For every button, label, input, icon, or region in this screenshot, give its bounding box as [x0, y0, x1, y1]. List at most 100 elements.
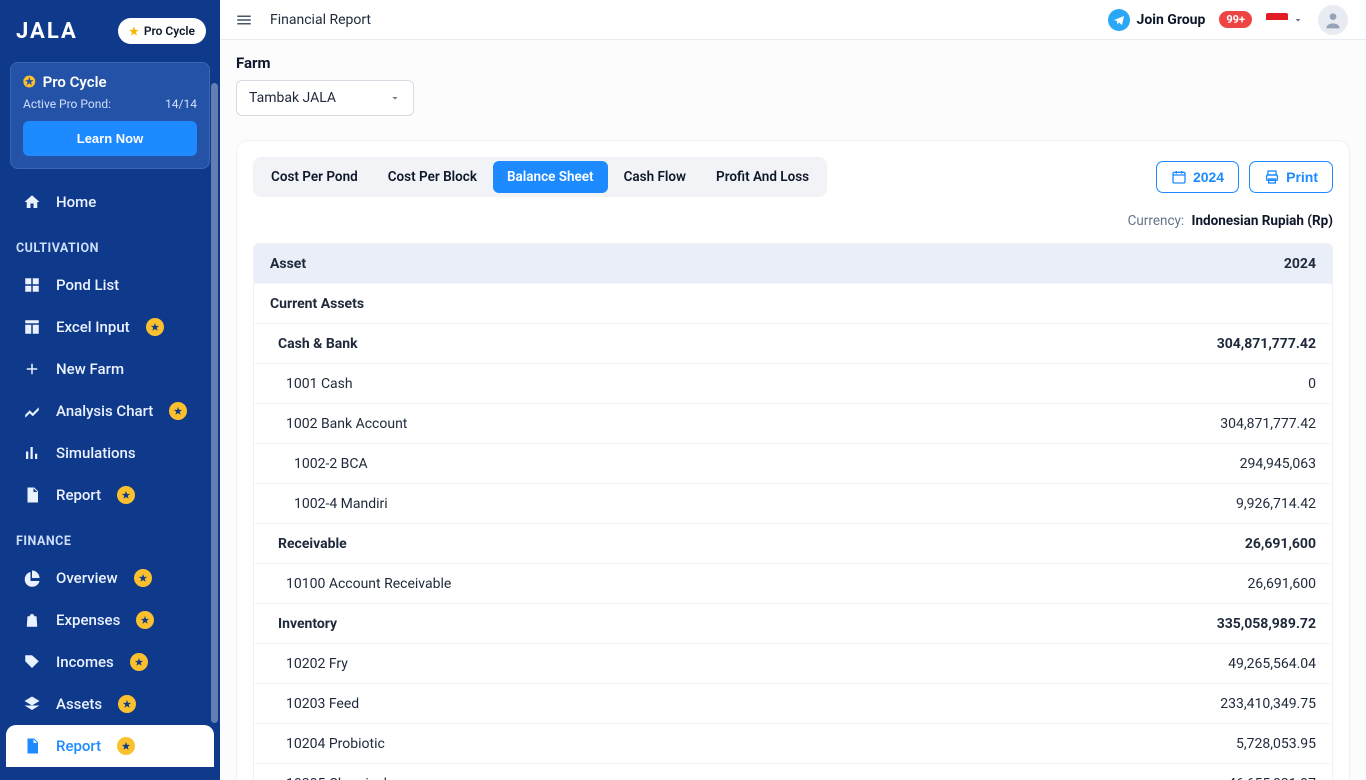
table-row: 10203 Feed233,410,349.75: [254, 684, 1332, 724]
star-icon: ✪: [23, 73, 36, 91]
bar-chart-icon: [22, 444, 42, 462]
sidebar-nav: Home CULTIVATION Pond List Excel Input: [0, 179, 220, 780]
tab-cost-per-block[interactable]: Cost Per Block: [374, 161, 491, 193]
table-icon: [22, 318, 42, 336]
row-name: 10202 Fry: [270, 656, 1228, 672]
brand-logo: JALA: [16, 19, 78, 44]
currency-row: Currency: Indonesian Rupiah (Rp): [253, 213, 1333, 229]
sidebar-item-analysis-chart[interactable]: Analysis Chart: [0, 390, 220, 432]
join-group-button[interactable]: Join Group: [1108, 9, 1206, 31]
sidebar-item-label: Excel Input: [56, 318, 130, 336]
tab-cost-per-pond[interactable]: Cost Per Pond: [257, 161, 372, 193]
row-value: 9,926,714.42: [1236, 496, 1316, 512]
language-selector[interactable]: [1266, 13, 1304, 27]
sidebar-item-new-farm[interactable]: New Farm: [0, 348, 220, 390]
row-name: Current Assets: [270, 296, 1316, 312]
sidebar-item-simulations[interactable]: Simulations: [0, 432, 220, 474]
row-value: 0: [1308, 376, 1316, 392]
sidebar-item-report-finance[interactable]: Report: [6, 725, 214, 767]
sidebar-item-label: Report: [56, 486, 101, 504]
table-row: 10204 Probiotic5,728,053.95: [254, 724, 1332, 764]
active-pond-label: Active Pro Pond:: [23, 97, 111, 111]
nav-section-cultivation: CULTIVATION: [0, 223, 220, 264]
notification-badge[interactable]: 99+: [1219, 11, 1252, 28]
avatar[interactable]: [1318, 5, 1348, 35]
table-row: 1002 Bank Account304,871,777.42: [254, 404, 1332, 444]
year-filter-button[interactable]: 2024: [1156, 161, 1239, 193]
tab-balance-sheet[interactable]: Balance Sheet: [493, 161, 608, 193]
sidebar-item-label: Report: [56, 737, 101, 755]
pro-cycle-chip[interactable]: ★ Pro Cycle: [118, 18, 206, 44]
sidebar-scrollbar-thumb[interactable]: [211, 83, 218, 723]
farm-select-value: Tambak JALA: [249, 90, 336, 106]
document-icon: [22, 486, 42, 504]
table-row: Current Assets: [254, 284, 1332, 324]
farm-select[interactable]: Tambak JALA: [236, 80, 414, 116]
row-value: 304,871,777.42: [1220, 416, 1316, 432]
sidebar-item-assets[interactable]: Assets: [0, 683, 220, 725]
row-name: 1001 Cash: [270, 376, 1308, 392]
page-title: Financial Report: [270, 12, 1108, 28]
sidebar-scrollbar[interactable]: [211, 83, 218, 710]
row-name: 1002-4 Mandiri: [270, 496, 1236, 512]
sidebar-item-overview[interactable]: Overview: [0, 557, 220, 599]
row-name: 10203 Feed: [270, 696, 1220, 712]
print-icon: [1264, 169, 1280, 185]
flag-icon: [1266, 13, 1288, 27]
pro-cycle-card: ✪ Pro Cycle Active Pro Pond: 14/14 Learn…: [10, 62, 210, 169]
row-value: 335,058,989.72: [1217, 616, 1316, 632]
row-value: 233,410,349.75: [1220, 696, 1316, 712]
row-value: 304,871,777.42: [1217, 336, 1316, 352]
report-panel: Cost Per Pond Cost Per Block Balance She…: [236, 140, 1350, 780]
topbar: Financial Report Join Group 99+: [220, 0, 1366, 40]
sidebar-item-pond-list[interactable]: Pond List: [0, 264, 220, 306]
document-icon: [22, 737, 42, 755]
home-icon: [22, 193, 42, 211]
star-icon: ★: [129, 25, 139, 38]
table-row: 1002-4 Mandiri9,926,714.42: [254, 484, 1332, 524]
row-value: 26,691,600: [1248, 576, 1316, 592]
pro-badge-icon: [117, 486, 135, 504]
layers-icon: [22, 695, 42, 713]
sidebar-item-label: Expenses: [56, 611, 120, 629]
pro-badge-icon: [146, 318, 164, 336]
table-row: Cash & Bank304,871,777.42: [254, 324, 1332, 364]
table-row: 10202 Fry49,265,564.04: [254, 644, 1332, 684]
sidebar-item-incomes[interactable]: Incomes: [0, 641, 220, 683]
table-header-year: 2024: [1284, 256, 1316, 272]
sidebar-item-excel-input[interactable]: Excel Input: [0, 306, 220, 348]
pro-badge-icon: [118, 695, 136, 713]
learn-now-button[interactable]: Learn Now: [23, 121, 197, 156]
table-header-name: Asset: [270, 256, 1284, 272]
table-row: Inventory335,058,989.72: [254, 604, 1332, 644]
print-button[interactable]: Print: [1249, 161, 1333, 193]
row-value: 294,945,063: [1240, 456, 1316, 472]
table-row: 1001 Cash0: [254, 364, 1332, 404]
menu-icon[interactable]: [232, 8, 256, 32]
pro-card-title: Pro Cycle: [43, 73, 107, 91]
sidebar-item-label: Pond List: [56, 276, 119, 294]
sidebar-item-report-cultivation[interactable]: Report: [0, 474, 220, 516]
print-label: Print: [1286, 169, 1318, 185]
row-value: 5,728,053.95: [1236, 736, 1316, 752]
sidebar-item-label: Simulations: [56, 444, 136, 462]
row-name: Inventory: [270, 616, 1217, 632]
chart-line-icon: [22, 402, 42, 420]
content: Farm Tambak JALA Cost Per Pond Cost Per …: [220, 40, 1366, 780]
tag-icon: [22, 653, 42, 671]
main-area: Financial Report Join Group 99+: [220, 0, 1366, 780]
sidebar-item-label: Analysis Chart: [56, 402, 153, 420]
chevron-down-icon: [1292, 14, 1304, 26]
sidebar-item-expenses[interactable]: Expenses: [0, 599, 220, 641]
pro-badge-icon: [136, 611, 154, 629]
pro-badge-icon: [130, 653, 148, 671]
sidebar-item-label: Incomes: [56, 653, 114, 671]
currency-value: Indonesian Rupiah (Rp): [1192, 213, 1333, 229]
currency-label: Currency:: [1128, 213, 1185, 229]
tab-profit-loss[interactable]: Profit And Loss: [702, 161, 823, 193]
tab-cash-flow[interactable]: Cash Flow: [610, 161, 700, 193]
row-value: 26,691,600: [1245, 536, 1316, 552]
sidebar-item-label: Home: [56, 193, 96, 211]
row-name: 10100 Account Receivable: [270, 576, 1248, 592]
sidebar-item-home[interactable]: Home: [0, 181, 220, 223]
